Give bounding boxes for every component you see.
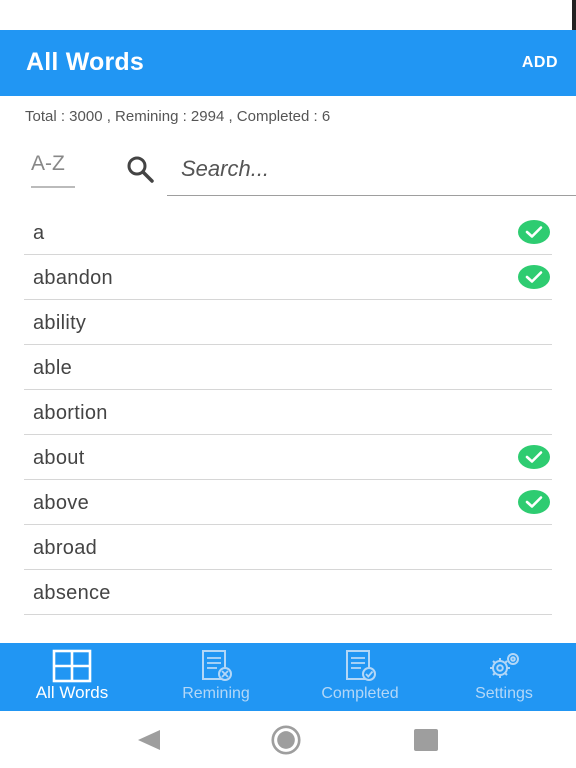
bottom-navigation: All Words Remining Completed Settings xyxy=(0,643,576,711)
status-bar-edge xyxy=(572,0,576,30)
search-field[interactable] xyxy=(167,143,576,196)
check-circle-icon xyxy=(518,490,550,514)
word-row[interactable]: abortion xyxy=(24,390,552,435)
document-check-icon xyxy=(346,650,376,681)
word-row[interactable]: above xyxy=(24,480,552,525)
sort-az-button[interactable]: A-Z xyxy=(31,152,75,188)
recents-icon[interactable] xyxy=(411,725,441,755)
nav-settings-label: Settings xyxy=(475,685,533,702)
word-row[interactable]: abroad xyxy=(24,525,552,570)
nav-remining-label: Remining xyxy=(182,685,250,702)
word-label: absence xyxy=(33,582,111,604)
nav-all-words[interactable]: All Words xyxy=(0,643,144,711)
word-label: a xyxy=(33,222,45,244)
word-label: above xyxy=(33,492,89,514)
word-row[interactable]: a xyxy=(24,210,552,255)
word-label: ability xyxy=(33,312,87,334)
word-row[interactable]: about xyxy=(24,435,552,480)
word-label: about xyxy=(33,447,85,469)
word-label: abandon xyxy=(33,267,113,289)
check-circle-icon xyxy=(518,445,550,469)
word-row[interactable]: able xyxy=(24,345,552,390)
word-row[interactable]: absence xyxy=(24,570,552,615)
check-circle-icon xyxy=(518,220,550,244)
page-title: All Words xyxy=(26,48,145,76)
nav-remining[interactable]: Remining xyxy=(144,643,288,711)
status-bar xyxy=(0,0,576,30)
nav-completed-label: Completed xyxy=(321,685,399,702)
add-button[interactable]: ADD xyxy=(522,54,558,72)
system-navigation-bar xyxy=(0,711,576,768)
search-icon[interactable] xyxy=(124,153,156,185)
word-label: abortion xyxy=(33,402,108,424)
document-remove-icon xyxy=(202,650,232,681)
gear-icon xyxy=(490,653,519,678)
nav-all-words-label: All Words xyxy=(35,683,109,702)
app-bar: All Words ADD xyxy=(0,30,576,96)
nav-completed[interactable]: Completed xyxy=(288,643,432,711)
check-circle-icon xyxy=(518,265,550,289)
word-label: abroad xyxy=(33,537,98,559)
back-icon[interactable] xyxy=(134,725,164,755)
home-icon[interactable] xyxy=(271,725,301,755)
word-row[interactable]: abandon xyxy=(24,255,552,300)
word-row[interactable]: ability xyxy=(24,300,552,345)
grid-icon xyxy=(52,649,92,683)
nav-settings[interactable]: Settings xyxy=(432,643,576,711)
word-list: a abandon ability able abortion about ab… xyxy=(24,210,552,615)
word-label: able xyxy=(33,357,73,379)
word-stats: Total : 3000 , Remining : 2994 , Complet… xyxy=(25,108,331,125)
search-input[interactable] xyxy=(179,151,563,187)
